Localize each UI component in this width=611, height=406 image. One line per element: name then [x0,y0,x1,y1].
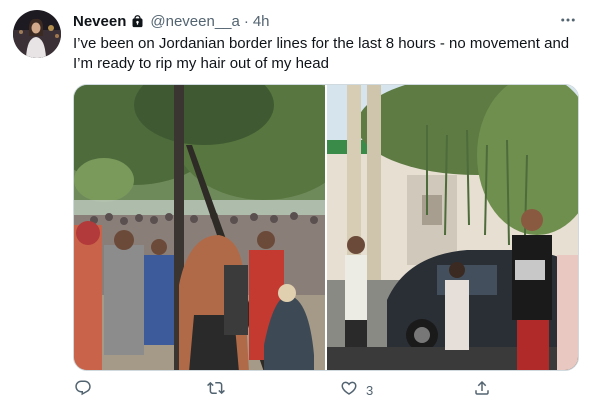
retweet-button[interactable] [207,378,233,402]
avatar-image [13,10,61,58]
tweet-actions: 3 [66,378,526,402]
tweet-header: Neveen @neveen__a · 4h [73,11,270,31]
photo-street-image [327,85,578,370]
reply-button[interactable] [74,378,100,402]
display-name[interactable]: Neveen [73,13,126,30]
share-button[interactable] [473,378,499,402]
separator-dot: · [243,12,249,30]
media-grid [73,84,579,371]
avatar[interactable] [13,10,61,58]
like-icon [340,379,358,402]
like-button[interactable]: 3 [340,378,373,402]
timestamp[interactable]: 4h [253,13,270,30]
photo-crowd[interactable] [74,85,325,370]
lock-icon [130,14,145,29]
photo-crowd-image [74,85,325,370]
more-options-icon[interactable] [556,9,580,31]
like-count: 3 [366,382,374,398]
user-handle[interactable]: @neveen__a [150,13,239,30]
retweet-icon [207,379,225,402]
tweet-text: I’ve been on Jordanian border lines for … [73,35,570,72]
photo-street[interactable] [327,85,578,370]
tweet[interactable]: Neveen @neveen__a · 4h I’ve been on Jord… [0,0,611,406]
share-icon [473,379,491,402]
reply-icon [74,379,92,402]
